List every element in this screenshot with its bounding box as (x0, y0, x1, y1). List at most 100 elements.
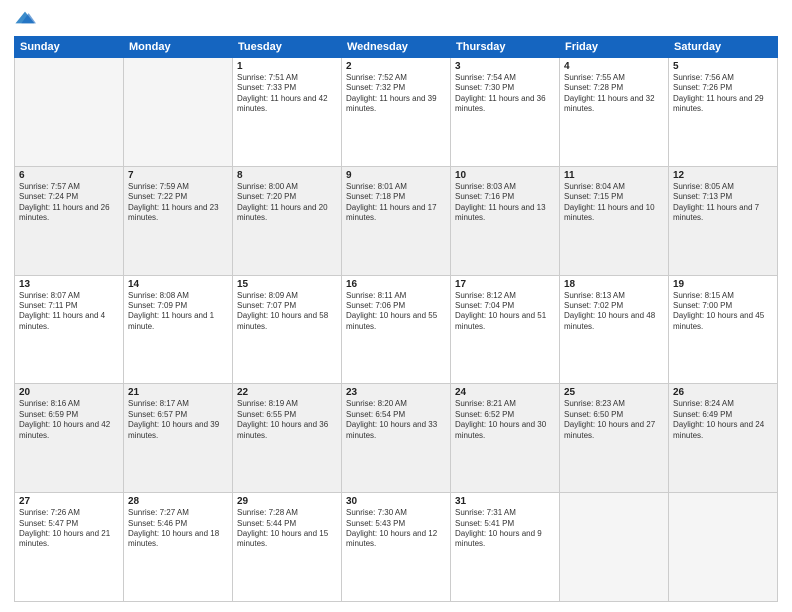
day-cell: 21Sunrise: 8:17 AMSunset: 6:57 PMDayligh… (124, 384, 233, 493)
day-number: 30 (346, 496, 446, 507)
day-info: Sunrise: 8:01 AMSunset: 7:18 PMDaylight:… (346, 182, 446, 224)
day-cell: 20Sunrise: 8:16 AMSunset: 6:59 PMDayligh… (15, 384, 124, 493)
day-info: Sunrise: 8:07 AMSunset: 7:11 PMDaylight:… (19, 291, 119, 333)
day-cell: 3Sunrise: 7:54 AMSunset: 7:30 PMDaylight… (451, 58, 560, 167)
day-cell: 16Sunrise: 8:11 AMSunset: 7:06 PMDayligh… (342, 275, 451, 384)
day-info: Sunrise: 8:24 AMSunset: 6:49 PMDaylight:… (673, 399, 773, 441)
week-row-0: 1Sunrise: 7:51 AMSunset: 7:33 PMDaylight… (15, 58, 778, 167)
day-number: 12 (673, 170, 773, 181)
day-info: Sunrise: 8:13 AMSunset: 7:02 PMDaylight:… (564, 291, 664, 333)
day-cell: 29Sunrise: 7:28 AMSunset: 5:44 PMDayligh… (233, 493, 342, 602)
header-friday: Friday (560, 37, 669, 58)
header-wednesday: Wednesday (342, 37, 451, 58)
day-info: Sunrise: 7:54 AMSunset: 7:30 PMDaylight:… (455, 73, 555, 115)
day-info: Sunrise: 8:08 AMSunset: 7:09 PMDaylight:… (128, 291, 228, 333)
day-number: 24 (455, 387, 555, 398)
day-info: Sunrise: 8:03 AMSunset: 7:16 PMDaylight:… (455, 182, 555, 224)
day-number: 9 (346, 170, 446, 181)
day-cell: 15Sunrise: 8:09 AMSunset: 7:07 PMDayligh… (233, 275, 342, 384)
day-number: 8 (237, 170, 337, 181)
header-thursday: Thursday (451, 37, 560, 58)
day-cell: 24Sunrise: 8:21 AMSunset: 6:52 PMDayligh… (451, 384, 560, 493)
day-cell: 9Sunrise: 8:01 AMSunset: 7:18 PMDaylight… (342, 166, 451, 275)
day-info: Sunrise: 8:19 AMSunset: 6:55 PMDaylight:… (237, 399, 337, 441)
header-tuesday: Tuesday (233, 37, 342, 58)
day-info: Sunrise: 8:00 AMSunset: 7:20 PMDaylight:… (237, 182, 337, 224)
day-cell (15, 58, 124, 167)
day-number: 23 (346, 387, 446, 398)
logo (14, 10, 40, 28)
day-cell: 11Sunrise: 8:04 AMSunset: 7:15 PMDayligh… (560, 166, 669, 275)
day-info: Sunrise: 8:09 AMSunset: 7:07 PMDaylight:… (237, 291, 337, 333)
day-cell: 10Sunrise: 8:03 AMSunset: 7:16 PMDayligh… (451, 166, 560, 275)
day-cell: 26Sunrise: 8:24 AMSunset: 6:49 PMDayligh… (669, 384, 778, 493)
day-number: 6 (19, 170, 119, 181)
day-info: Sunrise: 8:20 AMSunset: 6:54 PMDaylight:… (346, 399, 446, 441)
day-number: 11 (564, 170, 664, 181)
day-cell: 5Sunrise: 7:56 AMSunset: 7:26 PMDaylight… (669, 58, 778, 167)
logo-icon (14, 10, 36, 28)
day-number: 5 (673, 61, 773, 72)
day-cell: 7Sunrise: 7:59 AMSunset: 7:22 PMDaylight… (124, 166, 233, 275)
day-info: Sunrise: 7:51 AMSunset: 7:33 PMDaylight:… (237, 73, 337, 115)
day-info: Sunrise: 8:15 AMSunset: 7:00 PMDaylight:… (673, 291, 773, 333)
week-row-4: 27Sunrise: 7:26 AMSunset: 5:47 PMDayligh… (15, 493, 778, 602)
day-info: Sunrise: 7:56 AMSunset: 7:26 PMDaylight:… (673, 73, 773, 115)
day-cell: 18Sunrise: 8:13 AMSunset: 7:02 PMDayligh… (560, 275, 669, 384)
header-monday: Monday (124, 37, 233, 58)
day-info: Sunrise: 7:31 AMSunset: 5:41 PMDaylight:… (455, 508, 555, 550)
calendar: Sunday Monday Tuesday Wednesday Thursday… (14, 36, 778, 602)
day-number: 31 (455, 496, 555, 507)
day-cell: 13Sunrise: 8:07 AMSunset: 7:11 PMDayligh… (15, 275, 124, 384)
day-number: 13 (19, 279, 119, 290)
day-number: 15 (237, 279, 337, 290)
day-info: Sunrise: 8:12 AMSunset: 7:04 PMDaylight:… (455, 291, 555, 333)
day-info: Sunrise: 8:16 AMSunset: 6:59 PMDaylight:… (19, 399, 119, 441)
day-number: 22 (237, 387, 337, 398)
day-cell: 12Sunrise: 8:05 AMSunset: 7:13 PMDayligh… (669, 166, 778, 275)
day-info: Sunrise: 7:59 AMSunset: 7:22 PMDaylight:… (128, 182, 228, 224)
day-info: Sunrise: 7:26 AMSunset: 5:47 PMDaylight:… (19, 508, 119, 550)
day-number: 18 (564, 279, 664, 290)
day-number: 27 (19, 496, 119, 507)
day-number: 7 (128, 170, 228, 181)
day-number: 16 (346, 279, 446, 290)
day-number: 10 (455, 170, 555, 181)
day-info: Sunrise: 7:57 AMSunset: 7:24 PMDaylight:… (19, 182, 119, 224)
day-number: 3 (455, 61, 555, 72)
day-info: Sunrise: 8:04 AMSunset: 7:15 PMDaylight:… (564, 182, 664, 224)
day-cell: 4Sunrise: 7:55 AMSunset: 7:28 PMDaylight… (560, 58, 669, 167)
day-info: Sunrise: 7:28 AMSunset: 5:44 PMDaylight:… (237, 508, 337, 550)
day-number: 19 (673, 279, 773, 290)
day-number: 4 (564, 61, 664, 72)
day-cell: 23Sunrise: 8:20 AMSunset: 6:54 PMDayligh… (342, 384, 451, 493)
week-row-1: 6Sunrise: 7:57 AMSunset: 7:24 PMDaylight… (15, 166, 778, 275)
day-number: 17 (455, 279, 555, 290)
day-info: Sunrise: 7:30 AMSunset: 5:43 PMDaylight:… (346, 508, 446, 550)
header-saturday: Saturday (669, 37, 778, 58)
week-row-3: 20Sunrise: 8:16 AMSunset: 6:59 PMDayligh… (15, 384, 778, 493)
day-cell (669, 493, 778, 602)
day-cell (124, 58, 233, 167)
day-info: Sunrise: 8:11 AMSunset: 7:06 PMDaylight:… (346, 291, 446, 333)
day-cell (560, 493, 669, 602)
page: Sunday Monday Tuesday Wednesday Thursday… (0, 0, 792, 612)
day-number: 21 (128, 387, 228, 398)
day-number: 2 (346, 61, 446, 72)
day-info: Sunrise: 8:17 AMSunset: 6:57 PMDaylight:… (128, 399, 228, 441)
day-cell: 19Sunrise: 8:15 AMSunset: 7:00 PMDayligh… (669, 275, 778, 384)
day-cell: 28Sunrise: 7:27 AMSunset: 5:46 PMDayligh… (124, 493, 233, 602)
day-cell: 8Sunrise: 8:00 AMSunset: 7:20 PMDaylight… (233, 166, 342, 275)
day-info: Sunrise: 8:05 AMSunset: 7:13 PMDaylight:… (673, 182, 773, 224)
header-sunday: Sunday (15, 37, 124, 58)
day-cell: 25Sunrise: 8:23 AMSunset: 6:50 PMDayligh… (560, 384, 669, 493)
day-cell: 2Sunrise: 7:52 AMSunset: 7:32 PMDaylight… (342, 58, 451, 167)
day-cell: 22Sunrise: 8:19 AMSunset: 6:55 PMDayligh… (233, 384, 342, 493)
day-number: 26 (673, 387, 773, 398)
weekday-header-row: Sunday Monday Tuesday Wednesday Thursday… (15, 37, 778, 58)
day-number: 1 (237, 61, 337, 72)
day-cell: 31Sunrise: 7:31 AMSunset: 5:41 PMDayligh… (451, 493, 560, 602)
day-info: Sunrise: 7:55 AMSunset: 7:28 PMDaylight:… (564, 73, 664, 115)
day-number: 20 (19, 387, 119, 398)
day-number: 14 (128, 279, 228, 290)
